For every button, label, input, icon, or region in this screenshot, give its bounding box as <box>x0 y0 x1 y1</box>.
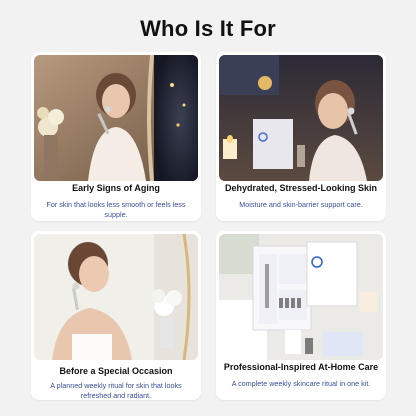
photo-woman-candles-roller <box>219 55 383 181</box>
card-early-signs-of-aging: Early Signs of Aging For skin that looks… <box>31 52 201 221</box>
card-description: A complete weekly skincare ritual in one… <box>231 379 371 388</box>
card-heading: Dehydrated, Stressed-Looking Skin <box>224 183 378 193</box>
card-professional-at-home: Professional-Inspired At-Home Care A com… <box>216 231 386 400</box>
card-description: Moisture and skin-barrier support care. <box>239 200 363 209</box>
photo-woman-mirror-roller <box>34 55 198 181</box>
photo-skincare-kit <box>219 234 383 360</box>
page-title: Who Is It For <box>140 16 276 41</box>
card-special-occasion: Before a Special Occasion A planned week… <box>31 231 201 400</box>
card-heading: Early Signs of Aging <box>72 183 160 193</box>
card-description: For skin that looks less smooth or feels… <box>46 200 186 219</box>
card-description: A planned weekly ritual for skin that lo… <box>50 381 182 400</box>
card-heading: Professional-Inspired At-Home Care <box>223 362 379 372</box>
card-dehydrated-skin: Dehydrated, Stressed-Looking Skin Moistu… <box>216 52 386 221</box>
card-heading: Before a Special Occasion <box>59 366 173 376</box>
photo-woman-bathroom-roller <box>34 234 198 360</box>
